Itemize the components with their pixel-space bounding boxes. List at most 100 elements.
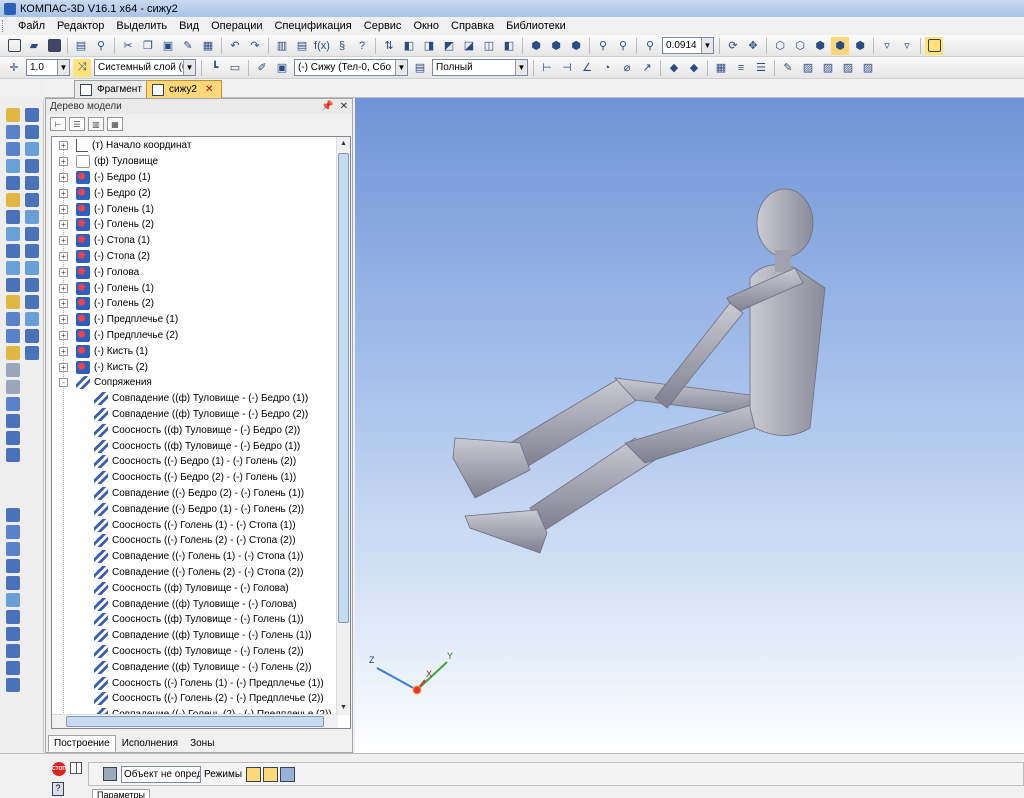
extrude-icon[interactable] xyxy=(25,108,39,122)
view-bottom-icon[interactable]: ◧ xyxy=(500,37,518,55)
expand-icon[interactable]: + xyxy=(59,141,68,151)
menu-service[interactable]: Сервис xyxy=(358,20,408,32)
menu-specification[interactable]: Спецификация xyxy=(269,20,358,32)
save-icon[interactable] xyxy=(45,37,63,55)
view-front-icon[interactable]: ◧ xyxy=(400,37,418,55)
tree-mate-row[interactable]: Совпадение ((-) Бедро (1) - (-) Голень (… xyxy=(94,501,304,517)
measure-icon[interactable]: § xyxy=(333,37,351,55)
tree-node-row[interactable]: + (-) Голень (2) xyxy=(59,217,154,233)
tree-node-row[interactable]: + (-) Кисть (2) xyxy=(59,359,148,375)
surfaces-icon[interactable] xyxy=(6,142,20,156)
expand-icon[interactable]: + xyxy=(59,283,68,293)
shaded-icon[interactable]: ⬢ xyxy=(831,36,849,55)
dimensions-tool-icon[interactable] xyxy=(6,278,20,292)
tree-node-row[interactable]: + (т) Начало координат xyxy=(59,138,191,154)
tree-node-row[interactable]: + (-) Предплечье (1) xyxy=(59,312,178,328)
rib-tool-icon[interactable] xyxy=(6,678,20,692)
tree-mate-row[interactable]: Совпадение ((ф) Туловище - (-) Бедро (2)… xyxy=(94,407,308,423)
material-icon[interactable]: ◆ xyxy=(685,59,703,77)
filter-icon[interactable]: ▿ xyxy=(878,37,896,55)
loft-icon[interactable] xyxy=(25,142,39,156)
menu-file[interactable]: Файл xyxy=(12,20,51,32)
tree-props-icon[interactable]: ▥ xyxy=(88,117,104,131)
expand-icon[interactable]: + xyxy=(59,220,68,230)
pattern-icon[interactable] xyxy=(25,295,39,309)
filter-tool-icon[interactable] xyxy=(6,227,20,241)
scroll-thumb[interactable] xyxy=(338,153,349,623)
redo-icon[interactable]: ↷ xyxy=(246,37,264,55)
mode-select-icon[interactable] xyxy=(246,766,262,782)
view-iso-icon[interactable]: ⬢ xyxy=(527,37,545,55)
inactive-tool-icon[interactable] xyxy=(6,363,20,377)
preview-icon[interactable]: ⚲ xyxy=(92,37,110,55)
snap-icon[interactable]: ⤨ xyxy=(73,58,91,77)
layer-combo[interactable]: Системный слой (0) ▼ xyxy=(94,59,196,76)
step-icon[interactable]: ✛ xyxy=(5,59,23,77)
perspective-icon[interactable]: ⬢ xyxy=(851,37,869,55)
tree-node-row[interactable]: + (-) Голова xyxy=(59,264,139,280)
split-icon[interactable] xyxy=(25,312,39,326)
component-icon[interactable]: ▣ xyxy=(273,59,291,77)
sketch3-icon[interactable]: ▨ xyxy=(839,59,857,77)
diameter-icon[interactable]: ⌀ xyxy=(618,59,636,77)
expand-icon[interactable]: + xyxy=(59,330,68,340)
chamfer-tool-icon[interactable] xyxy=(6,644,20,658)
grip-icon[interactable] xyxy=(6,508,20,522)
scroll-down-icon[interactable]: ▼ xyxy=(337,701,350,715)
expand-icon[interactable]: + xyxy=(59,188,68,198)
tree-view[interactable]: + (т) Начало координат + (ф) Туловище + (-) Б… xyxy=(51,136,351,729)
cut-extrude-icon[interactable] xyxy=(25,176,39,190)
3d-viewport[interactable]: Z Y X xyxy=(355,98,1024,753)
table-insert-icon[interactable]: ▦ xyxy=(712,59,730,77)
print-icon[interactable]: ▤ xyxy=(72,37,90,55)
section-tool-icon[interactable] xyxy=(6,559,20,573)
tree-mate-row[interactable]: Совпадение ((-) Голень (2) - (-) Стопа (… xyxy=(94,565,303,581)
leader-icon[interactable]: ↗ xyxy=(638,59,656,77)
open-folder-icon[interactable]: ▰ xyxy=(25,37,43,55)
spec-icon[interactable]: ☰ xyxy=(752,59,770,77)
edit-assembly-icon[interactable] xyxy=(6,108,20,122)
cut-revolve-icon[interactable] xyxy=(25,193,39,207)
tree-mate-row[interactable]: Соосность ((-) Голень (2) - (-) Предплеч… xyxy=(94,691,324,707)
view-iso3-icon[interactable]: ⬢ xyxy=(567,37,585,55)
close-icon[interactable]: ✕ xyxy=(340,101,348,112)
view-right-icon[interactable]: ◪ xyxy=(460,37,478,55)
tree-vertical-scrollbar[interactable]: ▲ ▼ xyxy=(336,137,350,715)
tree-node-row[interactable]: + (-) Стопа (2) xyxy=(59,249,150,265)
tree-mate-row[interactable]: Совпадение ((ф) Туловище - (-) Бедро (1)… xyxy=(94,391,308,407)
spec-tool-icon[interactable] xyxy=(6,244,20,258)
view-top-icon[interactable]: ◫ xyxy=(480,37,498,55)
object-field[interactable]: Объект не опреде xyxy=(121,765,201,783)
component-combo[interactable]: (-) Сижу (Тел-0, Сбо ▼ xyxy=(294,59,408,76)
paste-icon[interactable]: ▣ xyxy=(159,37,177,55)
revolve-icon[interactable] xyxy=(25,125,39,139)
tree-mate-row[interactable]: Соосность ((ф) Туловище - (-) Бедро (2)) xyxy=(94,422,300,438)
scale-icon[interactable] xyxy=(25,346,39,360)
tree-mate-row[interactable]: Соосность ((-) Бедро (1) - (-) Голень (2… xyxy=(94,454,296,470)
halftone-icon[interactable]: ⬢ xyxy=(811,37,829,55)
expand-icon[interactable]: + xyxy=(59,157,68,167)
sketch4-icon[interactable]: ▨ xyxy=(859,59,877,77)
tree-horizontal-scrollbar[interactable] xyxy=(52,714,338,728)
expand-icon[interactable]: + xyxy=(59,251,68,261)
sheet-metal-icon[interactable] xyxy=(6,312,20,326)
stop-icon[interactable]: СТОП xyxy=(52,762,66,776)
rebuild-icon[interactable]: ⇅ xyxy=(380,37,398,55)
tree-mate-row[interactable]: Соосность ((-) Голень (1) - (-) Предплеч… xyxy=(94,675,324,691)
boolean-icon[interactable] xyxy=(25,329,39,343)
tree-node-row[interactable]: + (-) Бедро (2) xyxy=(59,185,151,201)
expand-icon[interactable]: + xyxy=(59,236,68,246)
spatial-curves-icon[interactable] xyxy=(6,125,20,139)
seated-figure-model[interactable] xyxy=(452,188,826,554)
view-left-icon[interactable]: ◩ xyxy=(440,37,458,55)
sweep-icon[interactable] xyxy=(25,159,39,173)
pipeline-icon[interactable] xyxy=(6,329,20,343)
mode-settings-icon[interactable] xyxy=(280,766,296,782)
highlight-icon[interactable] xyxy=(925,36,943,55)
tree-mate-row[interactable]: Соосность ((-) Голень (1) - (-) Стопа (1… xyxy=(94,517,296,533)
layers-icon[interactable]: ▭ xyxy=(226,59,244,77)
view-back-icon[interactable]: ◨ xyxy=(420,37,438,55)
pan-icon[interactable]: ✥ xyxy=(744,37,762,55)
tab-construction[interactable]: Построение xyxy=(48,735,116,752)
table-icon[interactable]: ▦ xyxy=(199,37,217,55)
